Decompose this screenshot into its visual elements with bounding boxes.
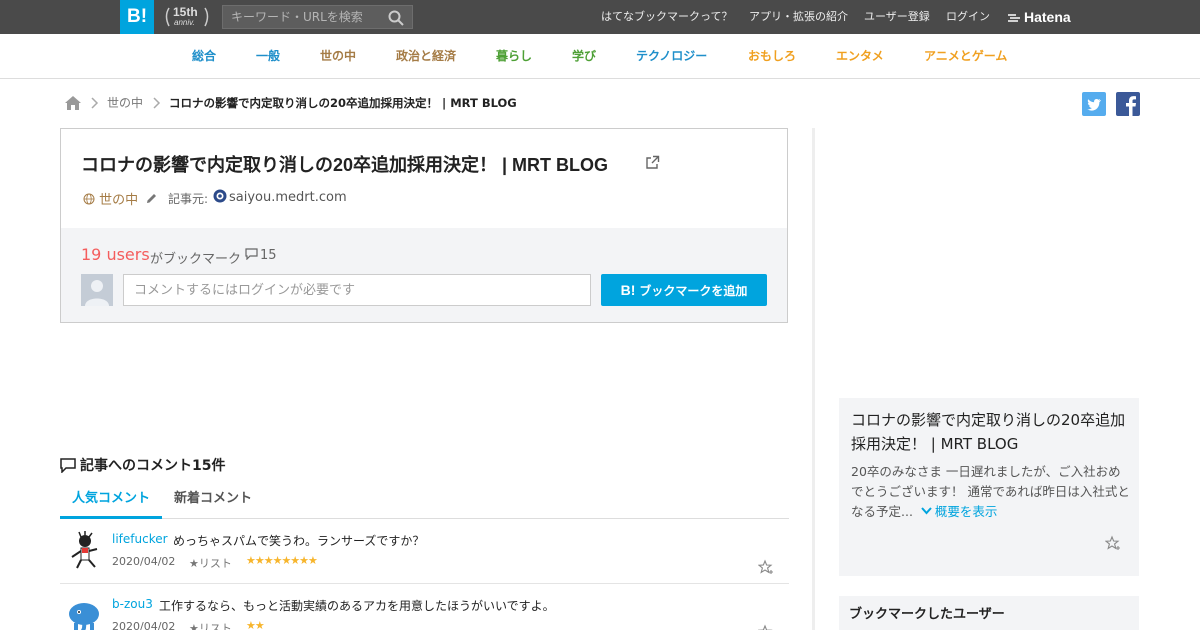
comment-count-value: 15: [260, 248, 277, 263]
facebook-share-icon[interactable]: [1116, 92, 1140, 116]
hatena-cloud-icon: [1008, 14, 1020, 23]
comment-date[interactable]: 2020/04/02: [112, 620, 175, 630]
bookmark-area: 19 users がブックマーク 15 B!ブックマークを追加: [61, 228, 787, 322]
globe-icon: [83, 193, 95, 205]
source-domain[interactable]: saiyou.medrt.com: [213, 189, 347, 205]
comment-tabs: 人気コメント 新着コメント: [60, 484, 789, 519]
hatena-label: Hatena: [1024, 9, 1071, 25]
chevron-right-icon: [153, 97, 161, 109]
search-box: [222, 5, 413, 29]
comments-heading: 記事へのコメント15件: [60, 455, 225, 475]
hatena-link[interactable]: Hatena: [1006, 0, 1071, 34]
avatar[interactable]: [68, 531, 100, 569]
category-nav: 総合 一般 世の中 政治と経済 暮らし 学び テクノロジー おもしろ エンタメ …: [0, 34, 1200, 79]
add-star-icon[interactable]: [1105, 535, 1121, 551]
tab-new-comments[interactable]: 新着コメント: [174, 484, 252, 519]
entry-summary: コロナの影響で内定取り消しの20卒追加採用決定！ | MRT BLOG 20卒の…: [839, 398, 1139, 576]
comment-user[interactable]: lifefucker: [112, 532, 168, 546]
comment-input[interactable]: [123, 274, 591, 306]
comment-text: めっちゃスパムで笑うわ。ランサーズですか？: [173, 534, 425, 548]
site-favicon-icon: [213, 189, 227, 203]
avatar[interactable]: [68, 596, 100, 630]
users-suffix: がブックマーク: [150, 252, 242, 267]
default-user-icon: [85, 280, 109, 306]
comment-text: 工作するなら、もっと活動実績のあるアカを用意したほうがいいですよ。: [159, 599, 555, 613]
add-bookmark-button[interactable]: B! ブックマークを追加: [601, 274, 767, 306]
breadcrumb-current: コロナの影響で内定取り消しの20卒追加採用決定！ | MRT BLOG: [169, 96, 517, 110]
pencil-icon[interactable]: [145, 192, 158, 205]
external-link-icon[interactable]: [645, 155, 660, 170]
entry-category-label: 世の中: [99, 193, 139, 208]
top-bar: B! 15th anniv. はてなブックマークって？ アプリ・拡張の紹介 ユー…: [0, 0, 1200, 34]
about-link[interactable]: はてなブックマークって？: [601, 0, 732, 34]
tab-popular-comments[interactable]: 人気コメント: [60, 484, 162, 519]
search-icon[interactable]: [388, 10, 404, 26]
add-star-icon[interactable]: [758, 559, 774, 575]
comment-row: b-zou3 工作するなら、もっと活動実績のあるアカを用意したほうがいいですよ。…: [60, 584, 789, 630]
home-icon[interactable]: [64, 94, 82, 112]
search-input[interactable]: [223, 6, 383, 28]
comment-date[interactable]: 2020/04/02: [112, 555, 175, 568]
twitter-share-icon[interactable]: [1082, 92, 1106, 116]
category-all[interactable]: 総合: [192, 34, 216, 79]
category-economics[interactable]: 政治と経済: [396, 34, 456, 79]
category-entertainment[interactable]: エンタメ: [836, 34, 884, 79]
column-divider: [812, 128, 815, 630]
category-knowledge[interactable]: 学び: [572, 34, 596, 79]
comment-row: lifefucker めっちゃスパムで笑うわ。ランサーズですか？ 2020/04…: [60, 519, 789, 584]
anniversary-text: anniv.: [174, 18, 195, 27]
star-list-link[interactable]: ★リスト: [189, 620, 232, 630]
comment-icon: [60, 458, 76, 474]
add-bookmark-label: ブックマークを追加: [639, 284, 748, 298]
users-count[interactable]: 19 users: [81, 245, 150, 264]
category-fun[interactable]: おもしろ: [748, 34, 796, 79]
entry-category[interactable]: 世の中: [83, 189, 158, 208]
avatar: [81, 274, 113, 306]
star-list-link[interactable]: ★リスト: [189, 555, 232, 571]
category-it[interactable]: テクノロジー: [636, 34, 707, 79]
show-summary-link[interactable]: 概要を表示: [921, 504, 998, 519]
entry-title[interactable]: コロナの影響で内定取り消しの20卒追加採用決定！ | MRT BLOG: [81, 151, 608, 177]
anniversary-badge: 15th anniv.: [161, 4, 213, 30]
category-general[interactable]: 一般: [256, 34, 280, 79]
anniversary-number: 15th: [173, 5, 198, 19]
comment-count[interactable]: 15: [245, 248, 277, 263]
category-game[interactable]: アニメとゲーム: [924, 34, 1007, 79]
comment-icon: [245, 248, 258, 261]
show-summary-label: 概要を表示: [934, 504, 998, 519]
login-link[interactable]: ログイン: [946, 0, 990, 34]
comment-user[interactable]: b-zou3: [112, 597, 153, 611]
source-label: 記事元:: [168, 192, 209, 206]
category-social[interactable]: 世の中: [320, 34, 356, 79]
comment-stars[interactable]: ★★★★★★★★: [246, 554, 318, 567]
bookmark-b-icon: B!: [620, 282, 636, 298]
category-life[interactable]: 暮らし: [496, 34, 532, 79]
bookmark-users-title: ブックマークしたユーザー: [849, 607, 1005, 622]
chevron-down-icon: [921, 507, 932, 515]
apps-link[interactable]: アプリ・拡張の紹介: [749, 0, 848, 34]
hatena-bookmark-logo[interactable]: B!: [120, 0, 154, 34]
add-star-icon[interactable]: [758, 624, 774, 630]
register-link[interactable]: ユーザー登録: [864, 0, 930, 34]
source-domain-label: saiyou.medrt.com: [229, 190, 347, 205]
entry-card: コロナの影響で内定取り消しの20卒追加採用決定！ | MRT BLOG 世の中 …: [60, 128, 788, 323]
breadcrumb-category[interactable]: 世の中: [107, 94, 143, 112]
bookmark-users-panel: ブックマークしたユーザー: [839, 596, 1139, 630]
comments-heading-label: 記事へのコメント15件: [80, 458, 226, 474]
comment-stars[interactable]: ★★: [246, 619, 265, 630]
summary-description: 20卒のみなさま 一日遅れましたが、ご入社おめでとうございます！ 通常であれば昨…: [851, 462, 1131, 522]
chevron-right-icon: [91, 97, 99, 109]
summary-title: コロナの影響で内定取り消しの20卒追加採用決定！ | MRT BLOG: [851, 411, 1126, 453]
